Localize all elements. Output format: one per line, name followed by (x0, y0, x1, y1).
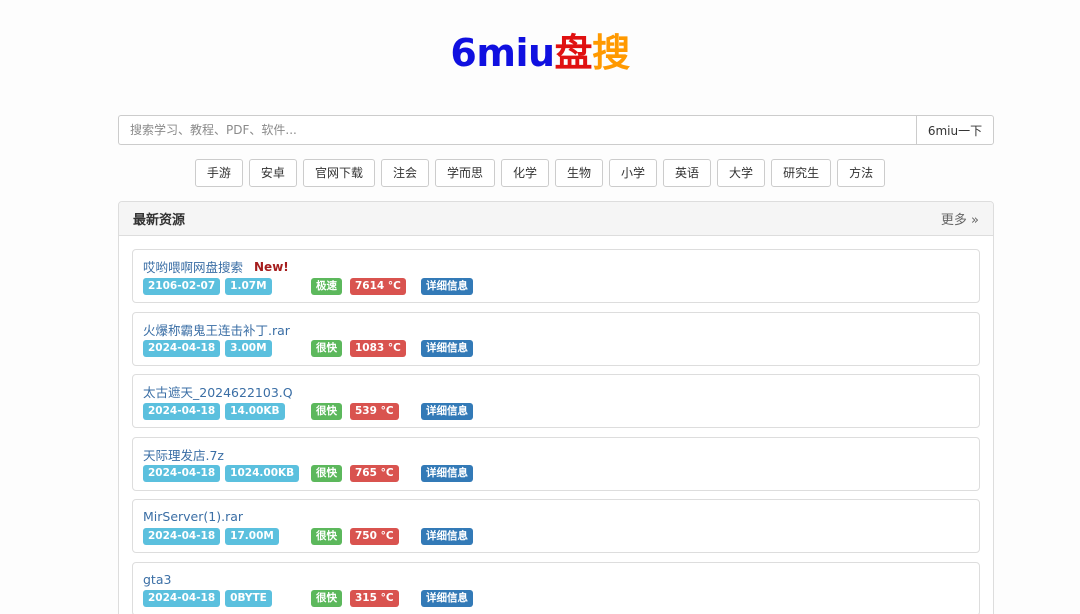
tag-button[interactable]: 小学 (609, 159, 658, 187)
list-item: 天际理发店.7z 2024-04-18 1024.00KB 很快 765 °C 详细信息 (132, 436, 980, 491)
size-label: 14.00KB (225, 402, 285, 420)
detail-button[interactable]: 详细信息 (421, 527, 473, 545)
item-labels: 2024-04-18 17.00M 很快 750 °C 详细信息 (143, 527, 969, 545)
item-labels: 2024-04-18 0BYTE 很快 315 °C 详细信息 (143, 590, 969, 608)
date-label: 2024-04-18 (143, 590, 221, 607)
speed-label: 很快 (311, 402, 342, 420)
latest-resources-panel: 最新资源 更多 » 哎哟喂啊网盘搜索 New! 2106-02-07 1.07M 极速 7… (118, 201, 994, 614)
detail-button[interactable]: 详细信息 (421, 402, 473, 420)
tag-button[interactable]: 化学 (500, 159, 549, 187)
list-item: MirServer(1).rar 2024-04-18 17.00M 很快 750 °C… (132, 499, 980, 553)
heat-label: 7614 °C (350, 277, 406, 295)
logo-part: 搜 (592, 31, 630, 75)
date-label: 2024-04-18 (143, 527, 221, 545)
panel-header: 最新资源 更多 » (119, 202, 993, 236)
tag-button[interactable]: 方法 (837, 159, 886, 187)
search-button[interactable]: 6miu一下 (916, 115, 994, 145)
item-title-row: 哎哟喂啊网盘搜索 New! (143, 257, 969, 276)
item-labels: 2024-04-18 3.00M 很快 1083 °C 详细信息 (143, 340, 969, 358)
date-label: 2024-04-18 (143, 402, 221, 420)
new-badge: New! (254, 259, 289, 274)
list-item: 火爆称霸鬼王连击补丁.rar 2024-04-18 3.00M 很快 1083 °C 详细… (132, 311, 980, 366)
list-item: 哎哟喂啊网盘搜索 New! 2106-02-07 1.07M 极速 7614 °C 详细信息 (132, 249, 980, 303)
list-item: 太古遮天_2024622103.Q 2024-04-18 14.00KB 很快 539 … (132, 374, 980, 428)
resource-title-link[interactable]: 哎哟喂啊网盘搜索 (143, 257, 243, 276)
detail-button[interactable]: 详细信息 (421, 590, 473, 607)
detail-button[interactable]: 详细信息 (421, 465, 473, 482)
size-label: 1.07M (225, 277, 272, 295)
hot-tags: 手游 安卓 官网下载 注会 学而思 化学 生物 小学 英语 大学 研究生 方法 (0, 159, 1080, 187)
search-input[interactable] (118, 115, 916, 145)
item-title-row: MirServer(1).rar (143, 508, 969, 525)
tag-button[interactable]: 学而思 (434, 159, 495, 187)
resource-title-link[interactable]: 火爆称霸鬼王连击补丁.rar (143, 320, 290, 339)
resource-title-link[interactable]: 太古遮天_2024622103.Q (143, 382, 293, 401)
tag-button[interactable]: 英语 (663, 159, 712, 187)
item-labels: 2024-04-18 14.00KB 很快 539 °C 详细信息 (143, 402, 969, 420)
panel-title: 最新资源 (133, 213, 186, 228)
date-label: 2024-04-18 (143, 465, 221, 482)
search-bar: 6miu一下 (118, 115, 994, 145)
tag-button[interactable]: 大学 (717, 159, 766, 187)
resource-list: 哎哟喂啊网盘搜索 New! 2106-02-07 1.07M 极速 7614 °C 详细信息… (119, 236, 993, 614)
size-label: 3.00M (225, 340, 272, 357)
logo-part: 6miu (450, 31, 555, 75)
heat-label: 539 °C (350, 402, 399, 420)
site-logo[interactable]: 6miu盘搜 (0, 30, 1080, 76)
resource-title-link[interactable]: gta3 (143, 572, 171, 587)
size-label: 0BYTE (225, 590, 272, 607)
heat-label: 765 °C (350, 465, 399, 482)
date-label: 2106-02-07 (143, 277, 221, 295)
item-title-row: 天际理发店.7z (143, 446, 969, 463)
item-title-row: 太古遮天_2024622103.Q (143, 383, 969, 400)
item-labels: 2024-04-18 1024.00KB 很快 765 °C 详细信息 (143, 465, 969, 483)
size-label: 1024.00KB (225, 465, 300, 482)
speed-label: 很快 (311, 340, 342, 357)
date-label: 2024-04-18 (143, 340, 221, 357)
size-label: 17.00M (225, 527, 279, 545)
detail-button[interactable]: 详细信息 (421, 277, 473, 295)
tag-button[interactable]: 生物 (555, 159, 604, 187)
item-labels: 2106-02-07 1.07M 极速 7614 °C 详细信息 (143, 277, 969, 295)
detail-button[interactable]: 详细信息 (421, 340, 473, 357)
speed-label: 极速 (311, 277, 342, 295)
speed-label: 很快 (311, 527, 342, 545)
tag-button[interactable]: 官网下载 (302, 159, 375, 187)
list-item: gta3 2024-04-18 0BYTE 很快 315 °C 详细信息 (132, 561, 980, 614)
heat-label: 315 °C (350, 590, 399, 607)
speed-label: 很快 (311, 590, 342, 607)
item-title-row: gta3 (143, 571, 969, 588)
logo-part: 盘 (554, 31, 593, 75)
resource-title-link[interactable]: 天际理发店.7z (143, 445, 224, 464)
heat-label: 1083 °C (350, 340, 406, 357)
speed-label: 很快 (311, 465, 342, 482)
more-link[interactable]: 更多 » (941, 209, 979, 228)
heat-label: 750 °C (350, 527, 399, 545)
tag-button[interactable]: 安卓 (248, 159, 297, 187)
tag-button[interactable]: 手游 (194, 159, 243, 187)
item-title-row: 火爆称霸鬼王连击补丁.rar (143, 321, 969, 338)
tag-button[interactable]: 注会 (380, 159, 429, 187)
tag-button[interactable]: 研究生 (771, 159, 832, 187)
resource-title-link[interactable]: MirServer(1).rar (143, 509, 243, 524)
